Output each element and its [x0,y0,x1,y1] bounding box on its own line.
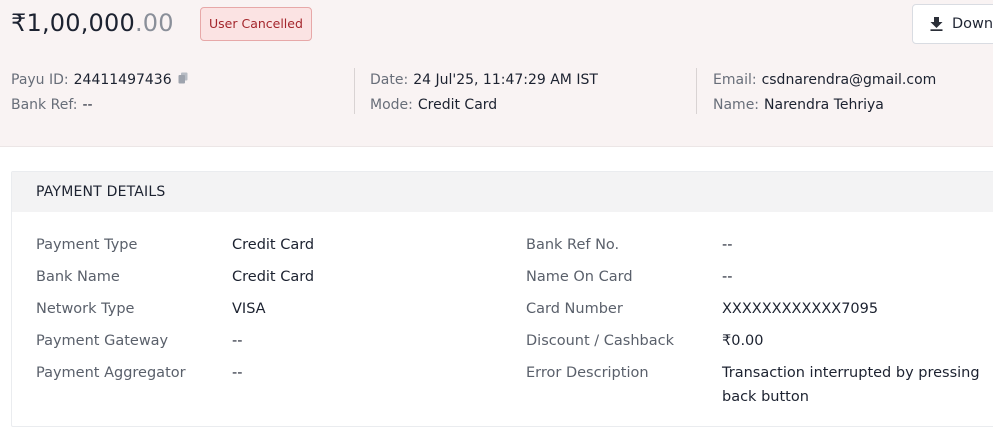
detail-label: Network Type [36,301,135,317]
error-description-value: Transaction interrupted by pressing back… [722,365,980,405]
detail-value: Credit Card [232,269,315,285]
detail-value: -- [722,269,733,285]
transaction-amount: ₹1,00,000.00 [11,9,174,37]
status-badge: User Cancelled [200,7,312,41]
mode-value: Credit Card [417,97,498,113]
date-value: 24 Jul'25, 11:47:29 AM IST [413,72,598,88]
meta-column-date: Date: 24 Jul'25, 11:47:29 AM IST Mode: C… [354,68,598,114]
amount-decimal: .00 [134,9,174,37]
bank-ref-label: Bank Ref: [11,97,78,113]
download-label: Down [952,16,993,32]
download-button[interactable]: Down [912,4,993,44]
detail-value: -- [232,365,243,381]
detail-label: Payment Gateway [36,333,169,349]
detail-value: XXXXXXXXXXXX7095 [722,301,879,317]
detail-value: -- [232,333,243,349]
detail-label: Bank Name [36,269,120,285]
detail-value: Credit Card [232,237,315,253]
detail-label: Bank Ref No. [526,237,620,253]
detail-label: Error Description [526,365,649,381]
name-label: Name: [713,97,760,113]
bank-ref-value: -- [82,97,93,113]
amount-main: ₹1,00,000 [11,9,135,37]
date-label: Date: [370,72,409,88]
meta-column-customer: Email: csdnarendra@gmail.com Name: Naren… [696,68,936,114]
email-row: Email: csdnarendra@gmail.com [713,68,936,93]
download-icon [930,17,943,31]
detail-label: Payment Aggregator [36,365,186,381]
payu-id-value: 24411497436 [73,72,172,88]
email-value: csdnarendra@gmail.com [761,72,937,88]
mode-label: Mode: [370,97,413,113]
detail-label: Payment Type [36,237,138,253]
name-value: Narendra Tehriya [764,97,884,113]
payu-id-label: Payu ID: [11,72,69,88]
bank-ref-row: Bank Ref: -- [11,93,188,118]
detail-value: VISA [232,301,266,317]
payment-details-card: PAYMENT DETAILS Payment Type Credit Card… [11,171,993,427]
detail-label: Discount / Cashback [526,333,674,349]
detail-label: Card Number [526,301,623,317]
date-row: Date: 24 Jul'25, 11:47:29 AM IST [370,68,598,93]
detail-value: -- [722,237,733,253]
name-row: Name: Narendra Tehriya [713,93,936,118]
detail-value: ₹0.00 [722,333,764,349]
detail-label: Name On Card [526,269,633,285]
payu-id-row: Payu ID: 24411497436 [11,68,188,93]
payment-details-title: PAYMENT DETAILS [12,172,993,212]
transaction-header: ₹1,00,000.00 User Cancelled Down Payu ID… [0,0,993,147]
mode-row: Mode: Credit Card [370,93,598,118]
email-label: Email: [713,72,757,88]
meta-column-ids: Payu ID: 24411497436 Bank Ref: -- [11,68,188,114]
copy-icon[interactable] [178,72,188,84]
